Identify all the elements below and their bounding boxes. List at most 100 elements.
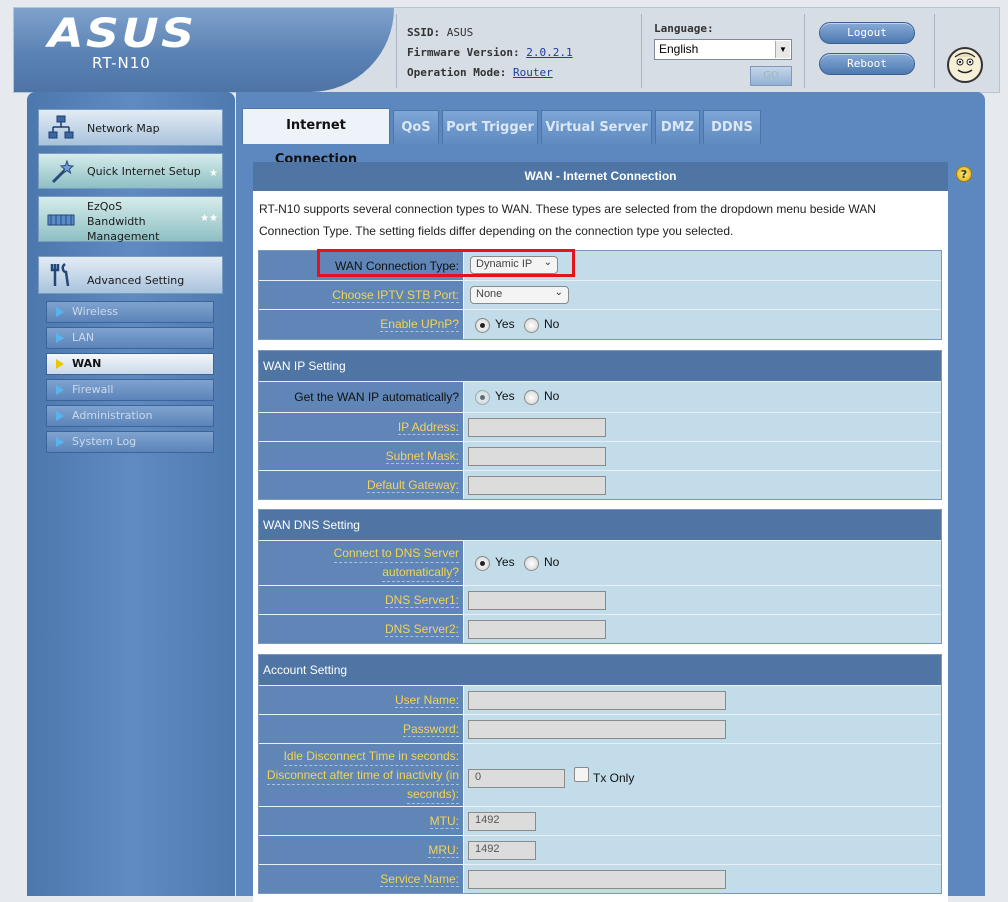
- header-divider: [396, 14, 397, 88]
- arrow-right-icon: [56, 385, 64, 395]
- sidebar-item-label: Network Map: [87, 122, 160, 135]
- sidebar-item-lan[interactable]: LAN: [46, 327, 214, 349]
- wan-dns-setting-table: WAN DNS Setting Connect to DNS Server au…: [258, 509, 942, 644]
- radio-label: No: [544, 317, 560, 331]
- mtu-input[interactable]: 1492: [468, 812, 536, 831]
- arrow-right-icon: [56, 359, 64, 369]
- radio-label: Yes: [495, 317, 515, 331]
- panel-description: RT-N10 supports several connection types…: [259, 202, 876, 238]
- firmware-link[interactable]: 2.0.2.1: [526, 46, 572, 59]
- dns-server1-input[interactable]: [468, 591, 606, 610]
- opmode-link[interactable]: Router: [513, 66, 553, 79]
- ssid-value: ASUS: [446, 26, 474, 39]
- asus-logo: ASUS: [48, 11, 197, 57]
- default-gateway-label: Default Gateway:: [259, 471, 464, 499]
- subnet-mask-row: Subnet Mask:: [259, 441, 941, 470]
- dns-auto-label: Connect to DNS Server automatically?: [259, 541, 464, 585]
- ip-address-label: IP Address:: [259, 413, 464, 441]
- arrow-right-icon: [56, 333, 64, 343]
- reboot-button[interactable]: Reboot: [819, 53, 915, 75]
- wan-ip-setting-table: WAN IP Setting Get the WAN IP automatica…: [258, 350, 942, 500]
- tab-ddns[interactable]: DDNS: [703, 110, 761, 144]
- iptv-port-select[interactable]: None ⌄: [470, 286, 569, 304]
- mtu-row: MTU: 1492: [259, 806, 941, 835]
- section-heading: Account Setting: [259, 655, 941, 685]
- tab-port-trigger[interactable]: Port Trigger: [442, 110, 538, 144]
- section-heading: WAN DNS Setting: [259, 510, 941, 540]
- wan-ip-auto-no-radio[interactable]: [524, 390, 539, 405]
- sidebar-subitem-label: WAN: [72, 357, 102, 370]
- sidebar-item-label: Quick Internet Setup: [87, 165, 201, 178]
- qos-icon: [47, 206, 75, 234]
- mtu-label: MTU:: [259, 807, 464, 835]
- language-select[interactable]: English ▼: [654, 39, 792, 60]
- dns-server1-label: DNS Server1:: [259, 586, 464, 614]
- header: ASUS RT-N10 SSID: ASUS Firmware Version:…: [13, 7, 1000, 93]
- tab-internet-connection[interactable]: Internet Connection: [242, 108, 390, 167]
- sidebar-item-wireless[interactable]: Wireless: [46, 301, 214, 323]
- idle-time-input[interactable]: 0: [468, 769, 565, 788]
- idle-disconnect-row: Idle Disconnect Time in seconds: Disconn…: [259, 743, 941, 806]
- dropdown-arrow-icon: ▼: [775, 41, 790, 58]
- radio-label: No: [544, 389, 560, 403]
- tab-qos[interactable]: QoS: [393, 110, 439, 144]
- password-label: Password:: [259, 715, 464, 743]
- upnp-row: Enable UPnP? Yes No: [259, 309, 941, 339]
- select-value: None: [476, 288, 503, 300]
- subnet-mask-input[interactable]: [468, 447, 606, 466]
- chevron-down-icon: ⌄: [554, 287, 563, 298]
- opmode-label: Operation Mode:: [407, 66, 507, 79]
- language-go-button[interactable]: GO: [750, 66, 792, 86]
- username-row: User Name:: [259, 685, 941, 714]
- sidebar-item-label: Advanced Setting: [87, 274, 185, 287]
- help-icon[interactable]: ?: [956, 166, 972, 182]
- ssid-info: SSID: ASUS: [407, 26, 473, 39]
- firmware-label: Firmware Version:: [407, 46, 520, 59]
- header-divider: [641, 14, 642, 88]
- wan-ip-auto-row: Get the WAN IP automatically? Yes No: [259, 381, 941, 412]
- ssid-label: SSID:: [407, 26, 441, 39]
- upnp-no-radio[interactable]: [524, 318, 539, 333]
- service-name-input[interactable]: [468, 870, 726, 889]
- tx-only-label: Tx Only: [593, 771, 635, 785]
- sidebar-item-network-map[interactable]: Network Map: [38, 109, 223, 146]
- tab-dmz[interactable]: DMZ: [655, 110, 700, 144]
- account-setting-table: Account Setting User Name: Password: Idl…: [258, 654, 942, 894]
- tx-only-checkbox[interactable]: [574, 767, 589, 782]
- tools-icon: [47, 261, 75, 289]
- dns-server1-row: DNS Server1:: [259, 585, 941, 614]
- username-input[interactable]: [468, 691, 726, 710]
- sidebar-item-wan[interactable]: WAN: [46, 353, 214, 375]
- sidebar-item-firewall[interactable]: Firewall: [46, 379, 214, 401]
- content-area: Internet Connection QoS Port Trigger Vir…: [236, 92, 985, 902]
- sidebar-item-system-log[interactable]: System Log: [46, 431, 214, 453]
- sidebar-item-ezqos[interactable]: EzQoS Bandwidth Management ★★: [38, 196, 223, 243]
- mru-label: MRU:: [259, 836, 464, 864]
- highlight-annotation: [317, 249, 575, 277]
- ip-address-input[interactable]: [468, 418, 606, 437]
- logo-area: ASUS RT-N10: [14, 8, 394, 92]
- dns-server2-input[interactable]: [468, 620, 606, 639]
- tab-virtual-server[interactable]: Virtual Server: [541, 110, 652, 144]
- default-gateway-input[interactable]: [468, 476, 606, 495]
- wan-ip-auto-yes-radio[interactable]: [475, 390, 490, 405]
- network-map-icon: [47, 114, 75, 142]
- sidebar-item-quick-internet-setup[interactable]: Quick Internet Setup ★: [38, 153, 223, 189]
- star-icon: ★★: [200, 213, 218, 224]
- sidebar-subitem-label: Firewall: [72, 383, 114, 396]
- firmware-info: Firmware Version: 2.0.2.1: [407, 46, 573, 59]
- dns-auto-yes-radio[interactable]: [475, 556, 490, 571]
- wan-ip-auto-label: Get the WAN IP automatically?: [259, 382, 464, 412]
- upnp-label: Enable UPnP?: [259, 310, 464, 339]
- mru-input[interactable]: 1492: [468, 841, 536, 860]
- dns-auto-no-radio[interactable]: [524, 556, 539, 571]
- logout-button[interactable]: Logout: [819, 22, 915, 44]
- password-input[interactable]: [468, 720, 726, 739]
- upnp-yes-radio[interactable]: [475, 318, 490, 333]
- service-name-label: Service Name:: [259, 865, 464, 893]
- sidebar-item-administration[interactable]: Administration: [46, 405, 214, 427]
- sidebar-item-advanced-setting[interactable]: Advanced Setting: [38, 256, 223, 294]
- mascot-icon: [947, 47, 983, 83]
- sidebar-subitem-label: Administration: [72, 409, 153, 422]
- dns-server2-label: DNS Server2:: [259, 615, 464, 643]
